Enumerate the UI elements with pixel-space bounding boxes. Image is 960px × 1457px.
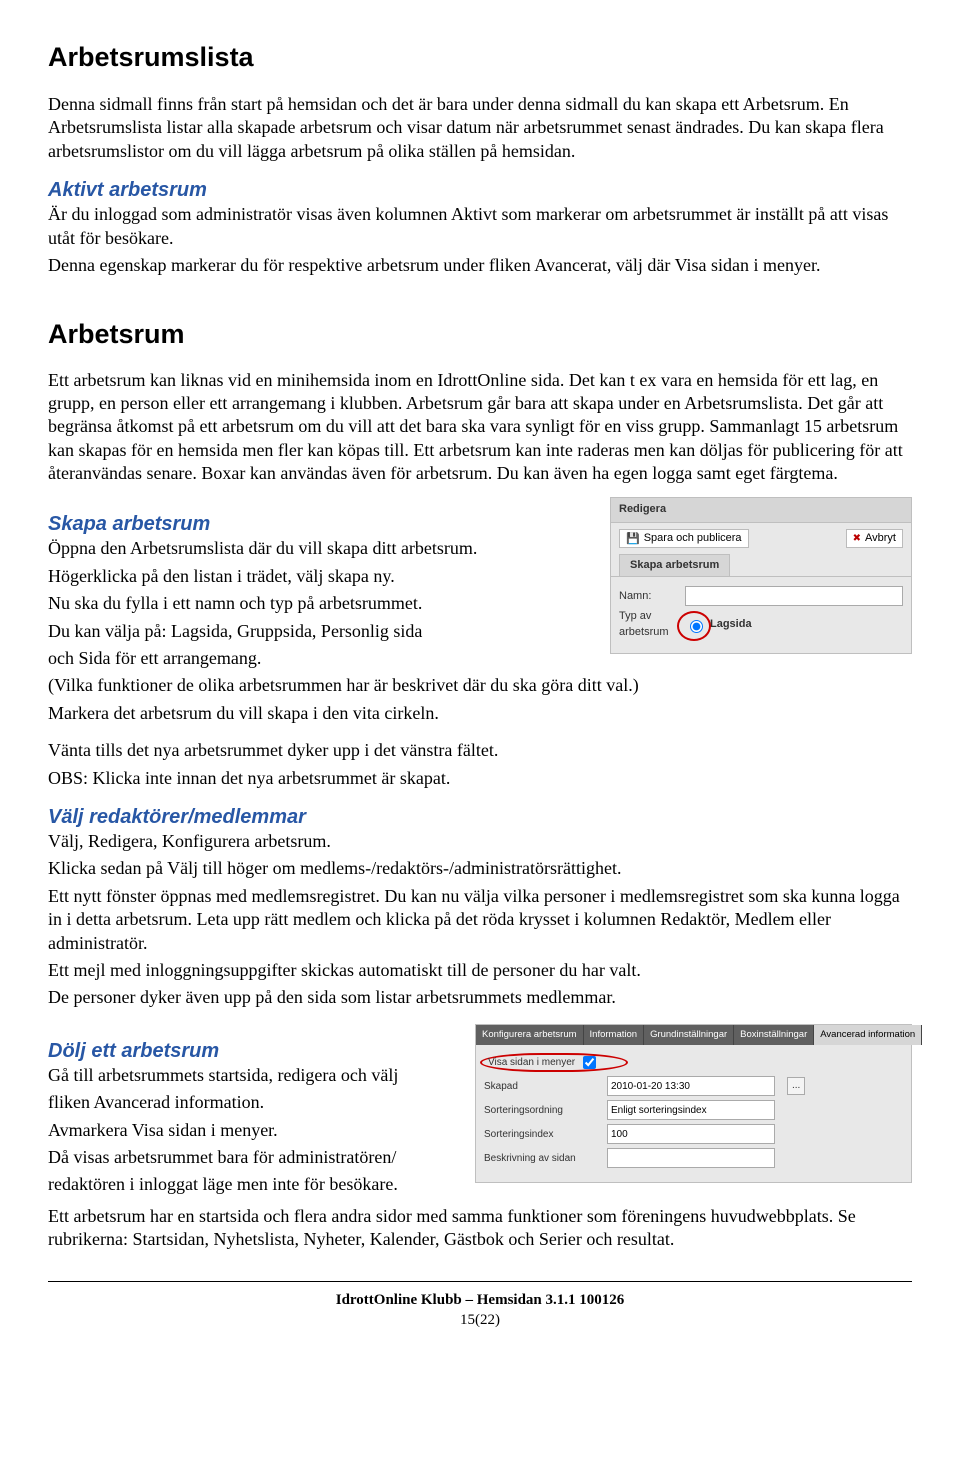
- tab-boxinstallningar[interactable]: Boxinställningar: [734, 1025, 814, 1045]
- skapa-after-2: Markera det arbetsrum du vill skapa i de…: [48, 702, 912, 725]
- close-icon: [853, 532, 861, 544]
- tab-grundinstallningar[interactable]: Grundinställningar: [644, 1025, 734, 1045]
- footer-rule: [48, 1281, 912, 1282]
- save-publish-button[interactable]: Spara och publicera: [619, 529, 749, 548]
- panel-header: Redigera: [611, 498, 911, 522]
- skapa-line: Högerklicka på den listan i trädet, välj…: [48, 565, 596, 588]
- cancel-button[interactable]: Avbryt: [846, 529, 903, 548]
- dolj-line: fliken Avancerad information.: [48, 1091, 461, 1114]
- skapa-line: och Sida för ett arrangemang.: [48, 647, 596, 670]
- red-ellipse-annotation: Visa sidan i menyer: [480, 1053, 628, 1072]
- skapa-line: Nu ska du fylla i ett namn och typ på ar…: [48, 592, 596, 615]
- dolj-line: redaktören i inloggat läge men inte för …: [48, 1173, 461, 1196]
- skapa-after-1: (Vilka funktioner de olika arbetsrummen …: [48, 674, 912, 697]
- label-visa-sidan: Visa sidan i menyer: [488, 1056, 575, 1069]
- name-input[interactable]: [685, 586, 903, 606]
- heading-valj-redaktorer: Välj redaktörer/medlemmar: [48, 804, 912, 830]
- visa-sidan-checkbox[interactable]: [583, 1056, 596, 1069]
- valj-line: Välj, Redigera, Konfigurera arbetsrum.: [48, 830, 912, 853]
- dolj-line: Då visas arbetsrummet bara för administr…: [48, 1146, 461, 1169]
- label-namn: Namn:: [619, 589, 679, 604]
- date-picker-button[interactable]: ...: [787, 1077, 805, 1095]
- heading-arbetsrumslista: Arbetsrumslista: [48, 40, 912, 75]
- beskrivning-input[interactable]: [607, 1148, 775, 1168]
- dolj-after: Ett arbetsrum har en startsida och flera…: [48, 1205, 912, 1252]
- label-beskrivning: Beskrivning av sidan: [484, 1152, 599, 1165]
- redigera-panel: Redigera Spara och publicera Avbryt Skap…: [610, 497, 912, 654]
- footer-page: 15(22): [48, 1311, 912, 1331]
- heading-skapa-arbetsrum: Skapa arbetsrum: [48, 511, 596, 537]
- tab-genvag[interactable]: Genväg i extern: [922, 1025, 960, 1045]
- heading-dolj-arbetsrum: Dölj ett arbetsrum: [48, 1038, 461, 1064]
- label-sorteringsordning: Sorteringsordning: [484, 1104, 599, 1117]
- wait-line-2: OBS: Klicka inte innan det nya arbetsrum…: [48, 767, 912, 790]
- tab-avancerad-information[interactable]: Avancerad information: [814, 1025, 922, 1045]
- heading-aktivt-arbetsrum: Aktivt arbetsrum: [48, 177, 912, 203]
- radio-label-lagsida: Lagsida: [710, 617, 752, 632]
- type-radio-lagsida[interactable]: [690, 620, 703, 633]
- footer-title: IdrottOnline Klubb – Hemsidan 3.1.1 1001…: [48, 1291, 912, 1311]
- valj-line: Klicka sedan på Välj till höger om medle…: [48, 857, 912, 880]
- valj-line: Ett nytt fönster öppnas med medlemsregis…: [48, 885, 912, 955]
- tab-konfigurera[interactable]: Konfigurera arbetsrum: [476, 1025, 584, 1045]
- disk-icon: [626, 532, 640, 545]
- sorteringsordning-input[interactable]: [607, 1100, 775, 1120]
- tab-strip: Konfigurera arbetsrum Information Grundi…: [476, 1025, 911, 1045]
- valj-line: Ett mejl med inloggningsuppgifter skicka…: [48, 959, 912, 982]
- aktivt-paragraph-1: Är du inloggad som administratör visas ä…: [48, 203, 912, 250]
- skapa-line: Du kan välja på: Lagsida, Gruppsida, Per…: [48, 620, 596, 643]
- intro-paragraph: Denna sidmall finns från start på hemsid…: [48, 93, 912, 163]
- dolj-line: Gå till arbetsrummets startsida, rediger…: [48, 1064, 461, 1087]
- label-sorteringsindex: Sorteringsindex: [484, 1128, 599, 1141]
- tab-information[interactable]: Information: [584, 1025, 645, 1045]
- cancel-label: Avbryt: [865, 532, 896, 544]
- skapa-line: Öppna den Arbetsrumslista där du vill sk…: [48, 537, 596, 560]
- sorteringsindex-input[interactable]: [607, 1124, 775, 1144]
- save-publish-label: Spara och publicera: [644, 532, 742, 544]
- dolj-line: Avmarkera Visa sidan i menyer.: [48, 1119, 461, 1142]
- label-skapad: Skapad: [484, 1080, 599, 1093]
- skapad-input[interactable]: [607, 1076, 775, 1096]
- heading-arbetsrum: Arbetsrum: [48, 317, 912, 352]
- tab-skapa-arbetsrum[interactable]: Skapa arbetsrum: [619, 554, 730, 576]
- arbetsrum-paragraph: Ett arbetsrum kan liknas vid en minihems…: [48, 369, 912, 486]
- valj-line: De personer dyker även upp på den sida s…: [48, 986, 912, 1009]
- aktivt-paragraph-2: Denna egenskap markerar du för respektiv…: [48, 254, 912, 277]
- advanced-tabs-panel: Konfigurera arbetsrum Information Grundi…: [475, 1024, 912, 1183]
- label-typ: Typ av arbetsrum: [619, 609, 679, 640]
- wait-line-1: Vänta tills det nya arbetsrummet dyker u…: [48, 739, 912, 762]
